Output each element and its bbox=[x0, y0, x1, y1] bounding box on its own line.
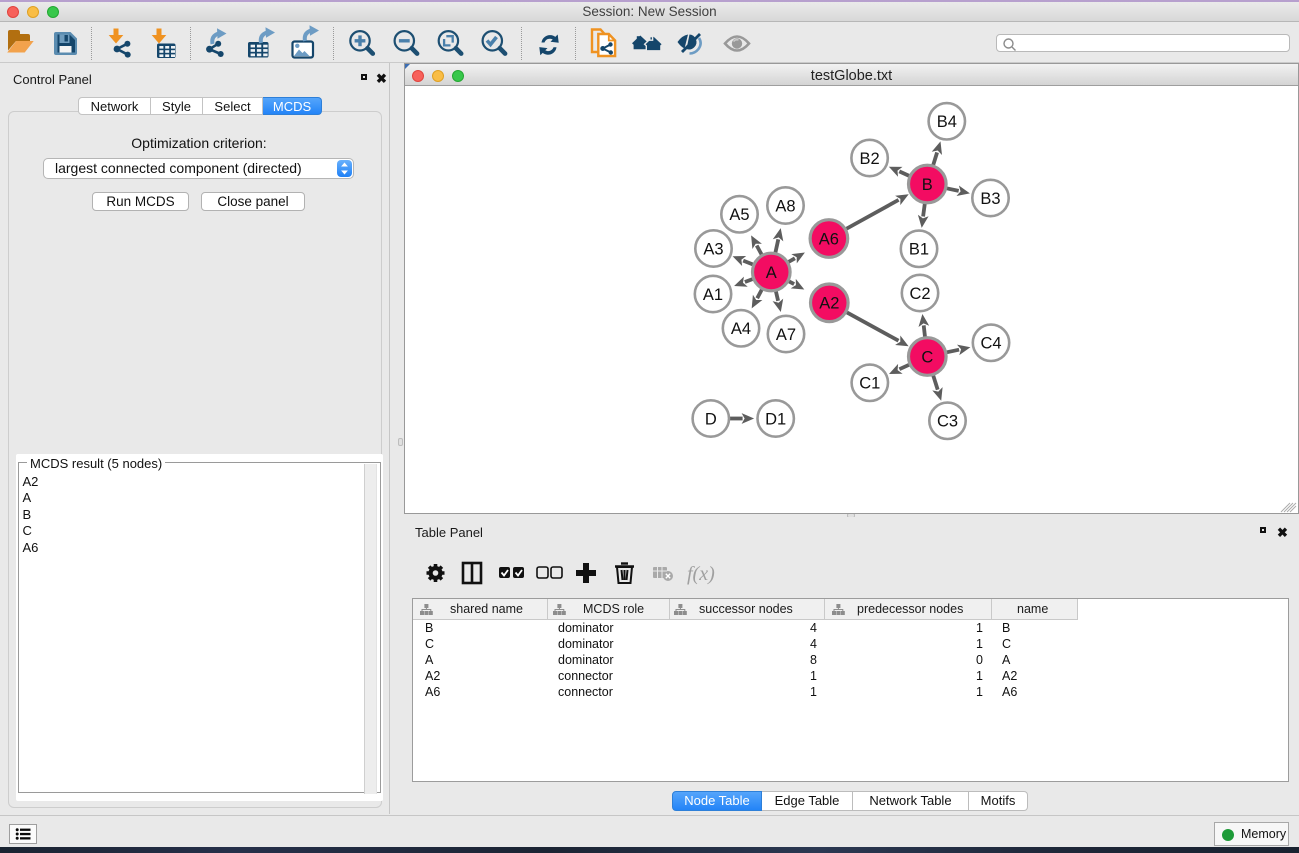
svg-text:B4: B4 bbox=[937, 113, 957, 131]
svg-text:A5: A5 bbox=[729, 206, 749, 224]
svg-text:A1: A1 bbox=[703, 286, 723, 304]
svg-text:A3: A3 bbox=[703, 240, 723, 258]
svg-text:B3: B3 bbox=[980, 190, 1000, 208]
svg-text:A7: A7 bbox=[776, 326, 796, 344]
svg-text:A6: A6 bbox=[819, 230, 839, 248]
svg-text:A2: A2 bbox=[819, 295, 839, 313]
svg-text:C2: C2 bbox=[909, 285, 930, 303]
svg-text:f(x): f(x) bbox=[687, 563, 715, 585]
svg-text:D: D bbox=[705, 410, 717, 428]
svg-text:A8: A8 bbox=[775, 197, 795, 215]
svg-text:B1: B1 bbox=[909, 241, 929, 259]
svg-text:C1: C1 bbox=[859, 375, 880, 393]
svg-text:A: A bbox=[766, 264, 777, 282]
svg-text:D1: D1 bbox=[765, 410, 786, 428]
svg-text:C3: C3 bbox=[937, 413, 958, 431]
svg-text:C: C bbox=[921, 348, 933, 366]
svg-text:B2: B2 bbox=[860, 150, 880, 168]
svg-text:C4: C4 bbox=[980, 335, 1001, 353]
svg-text:B: B bbox=[922, 176, 933, 194]
svg-text:A4: A4 bbox=[731, 320, 751, 338]
